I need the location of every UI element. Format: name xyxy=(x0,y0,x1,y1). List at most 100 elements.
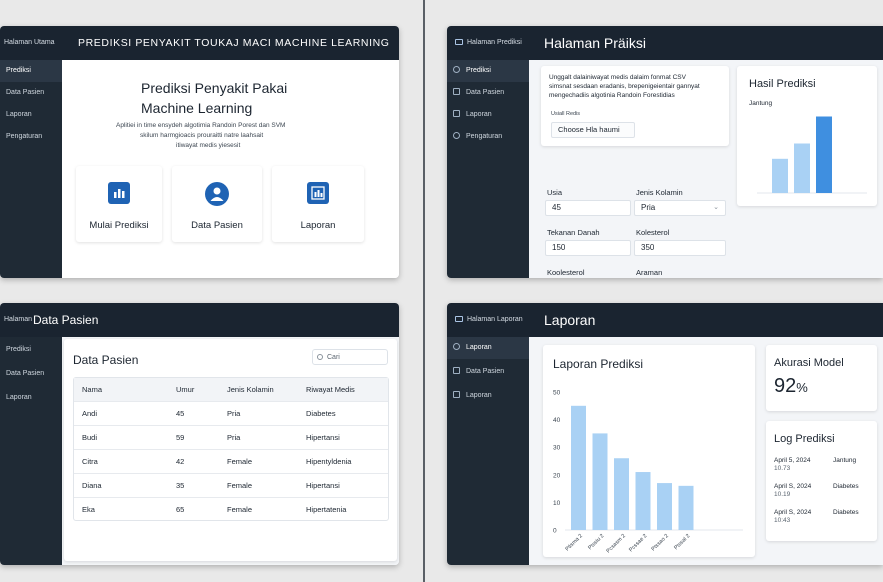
log-date: April 5, 2024 xyxy=(774,457,811,464)
x-tick-label: Ptssao 2 xyxy=(651,533,670,552)
log-result: Diabetes xyxy=(833,509,859,516)
nav-prediksi[interactable]: Prediksi xyxy=(0,60,62,82)
nav-data-pasien[interactable]: Data Pasien xyxy=(0,82,62,104)
nav-laporan[interactable]: Laporan xyxy=(0,387,62,409)
search-placeholder: Cari xyxy=(327,354,340,361)
search-icon xyxy=(317,354,323,360)
nav-data-pasien[interactable]: Data Pasien xyxy=(447,361,529,383)
card-laporan[interactable]: Laporan xyxy=(272,166,364,242)
nav-pengaturan[interactable]: Pengaturan xyxy=(447,126,529,148)
label-kolesterol: Kolesterol xyxy=(636,228,670,237)
home-main: Prediksi Penyakit Pakai Machine Learning… xyxy=(62,60,399,278)
nav-label: Data Pasien xyxy=(466,368,505,375)
table-row[interactable]: Andi 45 Pria Diabetes xyxy=(74,402,388,426)
label-tekanan-darah: Tekanan Danah xyxy=(547,228,600,237)
prediction-window: Halaman Prediksi Halaman Präiksi Prediks… xyxy=(447,26,883,278)
cell-umur: 65 xyxy=(176,505,185,514)
y-tick-label: 40 xyxy=(553,417,561,424)
nav-label: Laporan xyxy=(6,394,32,401)
window-icon xyxy=(455,39,463,45)
tekanan-darah-input[interactable]: 150 xyxy=(545,240,631,256)
table-row[interactable]: Diana 35 Female Hipertansi xyxy=(74,474,388,498)
cell-nama: Eka xyxy=(82,505,95,514)
patients-window: Halaman Data Pasien Prediksi Data Pasien… xyxy=(0,303,399,565)
cell-jenis-kolamin: Female xyxy=(227,505,253,514)
nav-laporan[interactable]: Laporan xyxy=(447,385,529,407)
log-time: 10.73 xyxy=(774,465,791,472)
report-chart-icon xyxy=(307,182,329,204)
cell-nama: Citra xyxy=(82,457,98,466)
result-bar xyxy=(816,116,832,193)
accuracy-value: 92% xyxy=(774,375,808,398)
kolesterol-input[interactable]: 350 xyxy=(634,240,726,256)
patients-card: Data Pasien Cari Nama Umur Jenis Kolamin… xyxy=(64,339,397,561)
hero-desc-line1: Aplitiei in time ensydeh algotimia Rando… xyxy=(116,122,286,129)
report-bar xyxy=(657,483,672,530)
label-koolesterol: Koolesterol xyxy=(547,268,585,277)
x-tick-label: Ptssiu 2 xyxy=(587,533,605,551)
window-icon xyxy=(455,316,463,322)
table-row[interactable]: Citra 42 Female Hipentyldenia xyxy=(74,450,388,474)
page-title: Halaman Präiksi xyxy=(544,35,646,51)
nav-prediksi[interactable]: Prediksi xyxy=(447,60,529,82)
x-tick-label: Pcssae 2 xyxy=(628,533,648,553)
cell-umur: 35 xyxy=(176,481,185,490)
result-chart xyxy=(757,116,867,194)
jenis-kolamin-select[interactable]: Pria ⌄ xyxy=(634,200,726,216)
y-tick-label: 50 xyxy=(553,390,561,397)
accuracy-title: Akurasi Model xyxy=(774,357,844,369)
cell-nama: Budi xyxy=(82,433,98,442)
card-label: Data Pasien xyxy=(191,220,243,231)
nav-pengaturan[interactable]: Pengaturan xyxy=(0,126,62,148)
brand: Halaman Laporan xyxy=(455,303,523,337)
document-icon xyxy=(453,391,460,398)
nav-data-pasien[interactable]: Data Pasien xyxy=(447,82,529,104)
brand: Halaman Prediksi xyxy=(455,26,522,60)
table-header: Nama Umur Jenis Kolamin Riwayat Medis xyxy=(74,378,388,402)
nav-laporan-active[interactable]: Laporan xyxy=(447,337,529,359)
log-date: April S, 2024 xyxy=(774,509,812,516)
y-tick-label: 20 xyxy=(553,472,561,479)
upload-card: Unggalt dalainiwayat medis dalaim fonmat… xyxy=(541,66,729,146)
hero-title-line1: Prediksi Penyakit Pakai xyxy=(141,80,288,96)
nav-label: Laporan xyxy=(466,344,492,351)
table-row[interactable]: Eka 65 Female Hipertatenia xyxy=(74,498,388,522)
top-bar: Halaman Data Pasien xyxy=(0,303,399,337)
page-title: Laporan xyxy=(544,312,596,328)
brand: Halaman Utama xyxy=(4,39,55,46)
card-mulai-prediksi[interactable]: Mulai Prediksi xyxy=(76,166,162,242)
home-window: Halaman Utama PREDIKSI PENYAKIT TOUKAJ M… xyxy=(0,26,399,278)
result-bar xyxy=(772,158,788,193)
nav-label: Pengaturan xyxy=(466,133,503,140)
search-input[interactable]: Cari xyxy=(312,349,388,365)
nav-laporan[interactable]: Laporan xyxy=(0,104,62,126)
list-icon xyxy=(453,88,460,95)
cell-riwayat-medis: Hipertansi xyxy=(306,481,340,490)
report-bar xyxy=(635,472,651,530)
result-bar xyxy=(794,143,810,193)
report-chart-card: Laporan Prediksi 0 10 20 30 40 50 Ptisma 2 Ptss… xyxy=(543,345,755,557)
page-title: Data Pasien xyxy=(33,313,99,327)
label-usia: Usia xyxy=(547,188,563,197)
cell-nama: Diana xyxy=(82,481,102,490)
nav-laporan[interactable]: Laporan xyxy=(447,104,529,126)
nav-data-pasien[interactable]: Data Pasien xyxy=(0,363,62,385)
list-icon xyxy=(453,367,460,374)
brand-label: Halaman Laporan xyxy=(467,316,523,323)
report-bar xyxy=(614,458,629,530)
nav-label: Laporan xyxy=(6,111,32,118)
cell-riwayat-medis: Hipertatenia xyxy=(306,505,347,514)
nav-prediksi[interactable]: Prediksi xyxy=(0,339,62,361)
col-umur: Umur xyxy=(176,385,195,394)
table-row[interactable]: Budi 59 Pria Hipertansi xyxy=(74,426,388,450)
usia-input[interactable]: 45 xyxy=(545,200,631,216)
card-data-pasien[interactable]: Data Pasien xyxy=(172,166,262,242)
cell-jenis-kolamin: Pria xyxy=(227,409,241,418)
choose-file-button[interactable]: Choose Hla haumi xyxy=(551,122,635,138)
bar-chart-icon xyxy=(108,182,130,204)
cell-riwayat-medis: Hipertansi xyxy=(306,433,340,442)
patients-main: Data Pasien Cari Nama Umur Jenis Kolamin… xyxy=(62,337,399,565)
col-riwayat-medis: Riwayat Medis xyxy=(306,385,355,394)
nav-label: Prediksi xyxy=(6,346,31,353)
search-icon xyxy=(453,343,460,350)
